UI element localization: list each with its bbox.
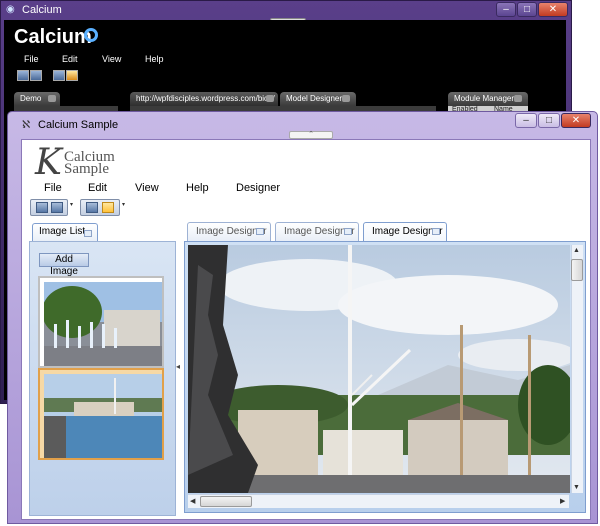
designer-toolbar (80, 199, 120, 216)
back-tab-model-designer[interactable]: Model Designer (280, 92, 356, 106)
back-tab-url[interactable]: http://wpfdisciples.wordpress.com/bios/ (130, 92, 278, 106)
vertical-scrollbar[interactable] (571, 245, 583, 493)
back-close-button[interactable]: ✕ (538, 2, 568, 17)
back-maximize-button[interactable]: □ (517, 2, 537, 17)
tab-image-designer-2[interactable]: Image Designer (275, 222, 359, 241)
tab-close-icon[interactable] (514, 95, 522, 102)
back-tab-url-label: http://wpfdisciples.wordpress.com/bios/ (136, 94, 275, 103)
back-tab-module-manager[interactable]: Module Manager (448, 92, 528, 106)
add-image-button[interactable]: Add Image (39, 253, 89, 277)
tab-image-list-label: Image List (39, 226, 86, 237)
pointer-tool-icon[interactable] (86, 202, 98, 213)
scroll-left-arrow[interactable]: ◀ (190, 497, 195, 505)
thumbnail-lake-image (44, 374, 162, 458)
menu-view[interactable]: View (135, 182, 159, 194)
front-maximize-button[interactable]: □ (538, 113, 560, 128)
horizontal-scroll-thumb[interactable] (200, 496, 252, 507)
back-tab-model-designer-label: Model Designer (286, 94, 343, 103)
front-title-grip[interactable]: ⌃ (289, 131, 333, 139)
tab-image-designer-1[interactable]: Image Designer (187, 222, 271, 241)
image-thumbnail-selected[interactable] (38, 368, 164, 460)
back-window-title: Calcium (22, 4, 62, 16)
thumbnail-fountain-image (44, 282, 162, 366)
back-menu-view[interactable]: View (102, 54, 121, 64)
window-icon: ℵ (22, 119, 31, 131)
tab-image-designer-3[interactable]: Image Designer (363, 222, 447, 241)
menu-file[interactable]: File (44, 182, 62, 194)
back-menu-edit[interactable]: Edit (62, 54, 78, 64)
tab-close-icon[interactable] (84, 230, 92, 237)
back-window-titlebar[interactable] (0, 0, 570, 20)
sample-logo-initial: K (35, 142, 62, 183)
tab-close-icon[interactable] (342, 95, 350, 102)
scroll-up-arrow[interactable]: ▲ (573, 247, 580, 254)
back-highlight-tool-icon[interactable] (66, 70, 78, 81)
toolbar-grip[interactable]: ▾ (122, 201, 126, 214)
back-tab-module-manager-label: Module Manager (454, 94, 515, 103)
back-menu-help[interactable]: Help (145, 54, 164, 64)
menu-help[interactable]: Help (186, 182, 209, 194)
menu-edit[interactable]: Edit (88, 182, 107, 194)
image-thumbnail[interactable] (38, 276, 164, 368)
splitter-collapse-arrow[interactable]: ◂ (176, 362, 182, 374)
save-icon[interactable] (36, 202, 48, 213)
window-icon: ◉ (6, 4, 15, 15)
menu-designer[interactable]: Designer (236, 182, 280, 194)
sample-logo-line2: Sample (64, 161, 109, 177)
tab-close-icon[interactable] (266, 95, 274, 102)
vertical-scroll-thumb[interactable] (571, 259, 583, 281)
calcium-logo-mark-icon (84, 28, 98, 42)
scroll-down-arrow[interactable]: ▼ (573, 484, 580, 491)
back-menu-file[interactable]: File (24, 54, 39, 64)
scroll-right-arrow[interactable]: ▶ (560, 497, 565, 505)
save-all-icon[interactable] (51, 202, 63, 213)
back-tab-demo[interactable]: Demo (14, 92, 60, 106)
tab-close-icon[interactable] (432, 228, 440, 235)
designer-canvas-image[interactable] (188, 245, 570, 493)
front-close-button[interactable]: ✕ (561, 113, 591, 128)
calcium-logo-text: Calcium (14, 26, 92, 48)
back-tab-demo-label: Demo (20, 94, 42, 103)
tab-close-icon[interactable] (48, 95, 56, 102)
tab-close-icon[interactable] (344, 228, 352, 235)
back-minimize-button[interactable]: – (496, 2, 516, 17)
front-minimize-button[interactable]: – (515, 113, 537, 128)
front-window-title: Calcium Sample (38, 119, 119, 131)
back-pointer-tool-icon[interactable] (53, 70, 65, 81)
back-save-all-icon[interactable] (30, 70, 42, 81)
tab-image-list[interactable]: Image List (32, 223, 98, 241)
file-toolbar (30, 199, 68, 216)
back-save-icon[interactable] (17, 70, 29, 81)
highlight-tool-icon[interactable] (102, 202, 114, 213)
toolbar-grip[interactable]: ▾ (70, 201, 74, 214)
tab-close-icon[interactable] (256, 228, 264, 235)
